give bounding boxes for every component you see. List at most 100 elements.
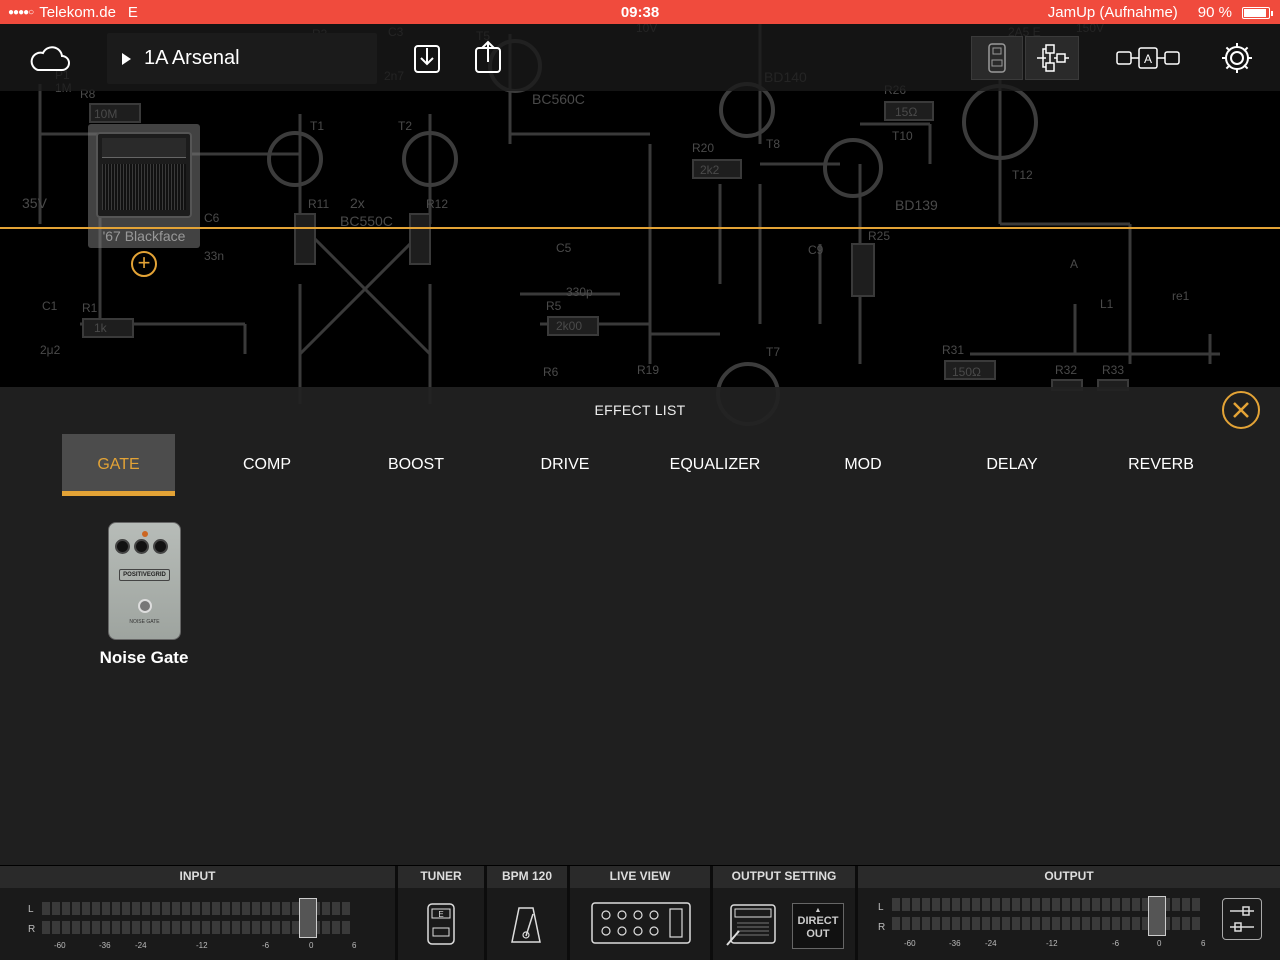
svg-text:15Ω: 15Ω: [895, 105, 917, 119]
tab-gate[interactable]: GATE: [62, 434, 175, 496]
svg-text:10M: 10M: [94, 107, 117, 121]
pedal-label: NOISE GATE: [129, 619, 160, 625]
bottom-bar: INPUT TUNER BPM 120 LIVE VIEW OUTPUT SET…: [0, 866, 1280, 960]
meter-segment: [982, 898, 990, 911]
effect-name: Noise Gate: [99, 648, 189, 667]
battery-icon: [1242, 6, 1273, 19]
meter-segment: [1132, 898, 1140, 911]
meter-segment: [242, 902, 250, 915]
tuner-pedal-icon: E: [427, 903, 455, 945]
meter-segment: [902, 898, 910, 911]
meter-segment: [232, 902, 240, 915]
mixer-button[interactable]: [1222, 898, 1262, 940]
meter-segment: [252, 921, 260, 934]
meter-segment: [1042, 917, 1050, 930]
meter-segment: [1092, 917, 1100, 930]
tab-label: BOOST: [387, 456, 444, 473]
amp-block[interactable]: '67 Blackface: [88, 124, 200, 248]
meter-segment: [202, 902, 210, 915]
tab-boost[interactable]: BOOST: [360, 434, 472, 496]
preset-selector[interactable]: 1A Arsenal: [107, 33, 377, 84]
chevron-up-icon: ▲: [814, 907, 822, 914]
tab-mod[interactable]: MOD: [808, 434, 918, 496]
effect-category-tabs: GATE COMP BOOST DRIVE EQUALIZER MOD DELA…: [0, 434, 1280, 496]
cloud-icon: [30, 46, 70, 71]
close-button[interactable]: [1222, 391, 1260, 429]
output-setting-button[interactable]: [724, 900, 780, 948]
meter-segment: [142, 902, 150, 915]
meter-segment: [1002, 917, 1010, 930]
signal-chain-button[interactable]: [1025, 36, 1079, 80]
meter-segment: [1172, 898, 1180, 911]
meter-segment: [252, 902, 260, 915]
output-right-label: R: [878, 922, 886, 933]
svg-text:2x: 2x: [350, 195, 365, 211]
divider: [710, 866, 713, 960]
meter-segment: [132, 921, 140, 934]
bpm-header: BPM 120: [487, 866, 567, 888]
input-scale-tick: -24: [135, 941, 147, 950]
meter-segment: [82, 921, 90, 934]
meter-segment: [982, 917, 990, 930]
tab-equalizer[interactable]: EQUALIZER: [655, 434, 775, 496]
meter-segment: [282, 902, 290, 915]
meter-segment: [62, 921, 70, 934]
meter-segment: [132, 902, 140, 915]
pedal-knob: [134, 539, 149, 554]
meter-segment: [332, 921, 340, 934]
effect-item-noise-gate[interactable]: POSITIVEGRID NOISE GATE Noise Gate: [92, 522, 196, 668]
share-button[interactable]: [471, 38, 505, 76]
meter-segment: [142, 921, 150, 934]
pedal-view-button[interactable]: [971, 36, 1023, 80]
output-scale-tick: 0: [1157, 939, 1162, 948]
cloud-button[interactable]: [28, 40, 72, 76]
meter-segment: [1032, 917, 1040, 930]
output-volume-slider[interactable]: [1148, 896, 1166, 936]
meter-segment: [232, 921, 240, 934]
meter-segment: [1012, 898, 1020, 911]
meter-segment: [922, 917, 930, 930]
meter-segment: [892, 917, 900, 930]
svg-text:BC560C: BC560C: [532, 91, 585, 107]
tab-label: COMP: [243, 456, 291, 473]
settings-icon: [1222, 43, 1252, 73]
meter-segment: [1132, 917, 1140, 930]
settings-button[interactable]: [1216, 38, 1258, 78]
svg-text:T2: T2: [398, 119, 412, 133]
tab-delay[interactable]: DELAY: [957, 434, 1067, 496]
input-scale-tick: 0: [309, 941, 314, 950]
direct-out-button[interactable]: ▲ DIRECT OUT: [792, 903, 844, 949]
svg-text:R11: R11: [308, 197, 329, 211]
tuner-button[interactable]: E: [420, 900, 462, 948]
meter-segment: [342, 902, 350, 915]
svg-text:C6: C6: [204, 211, 220, 225]
tab-comp[interactable]: COMP: [212, 434, 322, 496]
meter-segment: [42, 902, 50, 915]
ab-amp-button[interactable]: A: [1114, 42, 1182, 74]
live-view-button[interactable]: [589, 900, 693, 946]
download-icon: [414, 45, 440, 73]
meter-segment: [972, 917, 980, 930]
meter-segment: [1182, 917, 1190, 930]
tab-reverb[interactable]: REVERB: [1105, 434, 1217, 496]
effect-list-panel: EFFECT LIST GATE COMP BOOST DRIVE EQUALI…: [0, 387, 1280, 865]
svg-text:R6: R6: [543, 365, 559, 379]
save-preset-button[interactable]: [410, 40, 444, 76]
output-scale-tick: -36: [949, 939, 961, 948]
svg-text:R33: R33: [1102, 363, 1124, 377]
metronome-button[interactable]: [506, 902, 546, 946]
meter-segment: [182, 902, 190, 915]
input-gain-slider[interactable]: [299, 898, 317, 938]
divider: [567, 866, 570, 960]
amp-name: '67 Blackface: [102, 228, 186, 244]
meter-segment: [322, 902, 330, 915]
add-effect-button[interactable]: +: [131, 251, 157, 277]
tab-drive[interactable]: DRIVE: [510, 434, 620, 496]
tab-label: GATE: [97, 456, 140, 473]
meter-segment: [1082, 898, 1090, 911]
meter-segment: [1172, 917, 1180, 930]
tuner-header: TUNER: [398, 866, 484, 888]
meter-segment: [102, 921, 110, 934]
meter-segment: [102, 902, 110, 915]
svg-text:T1: T1: [310, 119, 324, 133]
